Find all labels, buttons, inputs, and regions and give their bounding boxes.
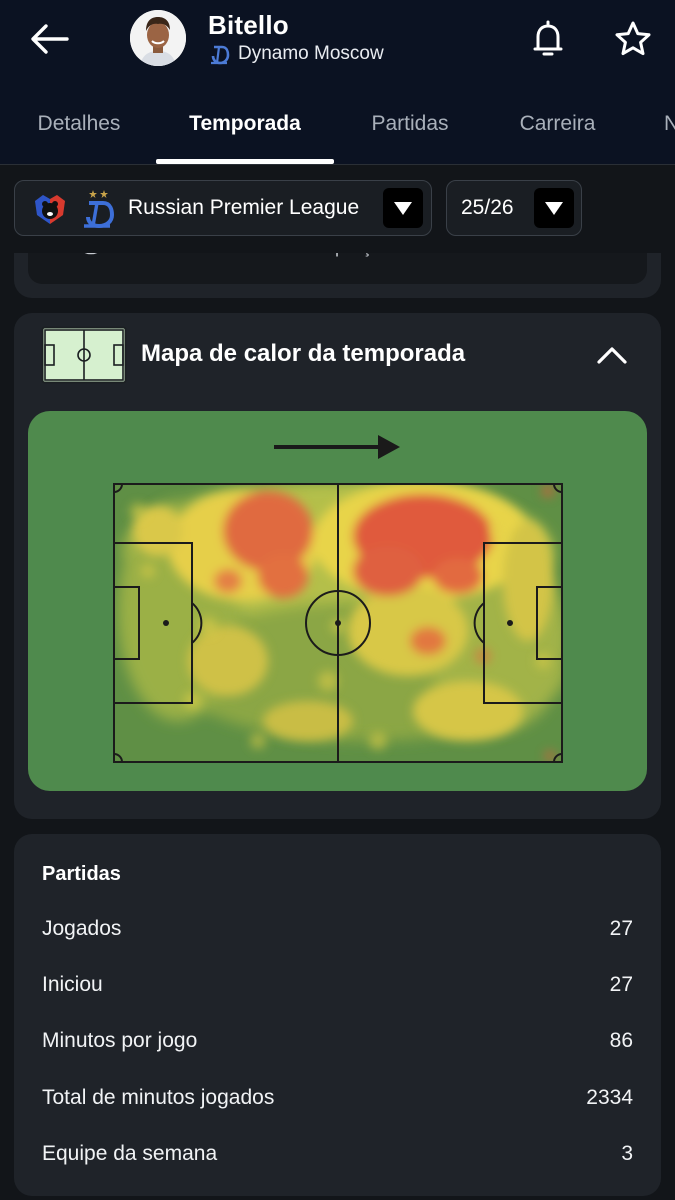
season-dropdown-button[interactable]: [534, 188, 574, 228]
league-dropdown-button[interactable]: [383, 188, 423, 228]
stat-row-iniciou: Iniciou 27: [42, 967, 633, 1003]
stat-label: Total de minutos jogados: [42, 1086, 275, 1109]
filter-bar: Russian Premier League 25/26: [0, 165, 675, 253]
dynamo-logo-icon: [211, 45, 230, 65]
heatmap-title: Mapa de calor da temporada: [141, 340, 466, 367]
back-arrow-icon: [31, 24, 69, 54]
heatmap-area: [28, 411, 647, 791]
heatmap-card: Mapa de calor da temporada: [14, 313, 661, 819]
player-avatar: [130, 10, 186, 66]
league-name: Russian Premier League: [128, 196, 360, 219]
stats-card: Partidas Jogados 27 Iniciou 27 Minutos p…: [14, 834, 661, 1196]
tab-detalhes[interactable]: Detalhes: [20, 100, 138, 164]
season-value: 25/26: [461, 196, 514, 219]
back-button[interactable]: [22, 16, 76, 62]
stat-row-total-minutos: Total de minutos jogados 2334: [42, 1080, 633, 1116]
stat-label: Equipe da semana: [42, 1142, 218, 1165]
stat-label: Minutos por jogo: [42, 1029, 198, 1052]
tab-carreira[interactable]: Carreira: [500, 100, 615, 164]
league-logo-icon: [35, 195, 65, 224]
heatmap-pitch: [113, 435, 563, 763]
chevron-down-icon: [545, 202, 563, 215]
active-tab-indicator: [156, 159, 334, 164]
stat-value: 2334: [586, 1086, 633, 1109]
stat-row-equipe-da-semana: Equipe da semana 3: [42, 1136, 633, 1172]
league-select[interactable]: Russian Premier League: [14, 180, 432, 236]
stat-value: 86: [609, 1029, 633, 1052]
player-name: Bitello: [208, 10, 289, 40]
notification-button[interactable]: [528, 18, 568, 60]
collapse-button[interactable]: [592, 335, 632, 375]
stat-label: Iniciou: [42, 973, 103, 996]
app-header: Bitello Dynamo Moscow Detalhes Temporada…: [0, 0, 675, 165]
player-photo: [130, 10, 186, 66]
pitch-icon: [41, 326, 127, 384]
stat-value: 3: [621, 1142, 633, 1165]
tab-partidas[interactable]: Partidas: [350, 100, 470, 164]
favorite-button[interactable]: [612, 18, 654, 60]
chevron-up-icon: [597, 347, 627, 364]
stat-value: 27: [609, 917, 633, 940]
season-select[interactable]: 25/26: [446, 180, 582, 236]
team-name: Dynamo Moscow: [238, 43, 384, 64]
bell-icon: [533, 20, 563, 56]
tab-partial[interactable]: N: [664, 100, 675, 164]
stat-label: Jogados: [42, 917, 122, 940]
stats-heading: Partidas: [42, 863, 121, 885]
chevron-down-icon: [394, 202, 412, 215]
stat-row-minutos-por-jogo: Minutos por jogo 86: [42, 1023, 633, 1059]
direction-arrow-icon: [274, 435, 400, 459]
tab-bar: Detalhes Temporada Partidas Carreira N: [0, 100, 675, 164]
star-icon: [615, 21, 651, 56]
tab-temporada[interactable]: Temporada: [156, 100, 334, 164]
team-link[interactable]: Dynamo Moscow: [210, 43, 384, 65]
stat-value: 27: [609, 973, 633, 996]
stat-row-jogados: Jogados 27: [42, 911, 633, 947]
dynamo-logo-icon: [84, 190, 115, 229]
